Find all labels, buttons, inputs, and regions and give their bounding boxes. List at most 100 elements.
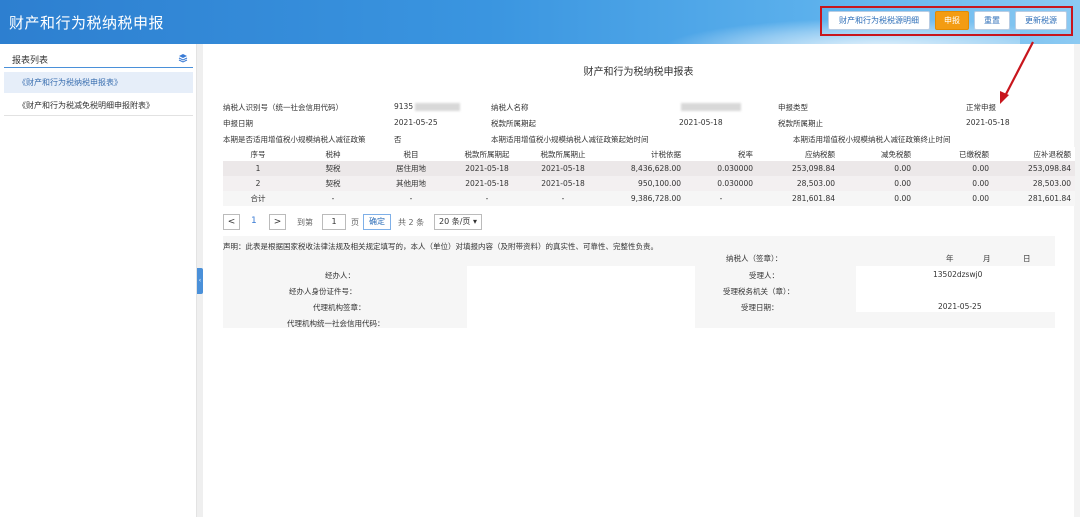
total-count: 共 2 条 bbox=[398, 218, 425, 227]
cell-total: - bbox=[293, 191, 373, 206]
col-header-seq: 序号 bbox=[223, 147, 293, 161]
cell-total: - bbox=[685, 191, 757, 206]
page-size-select[interactable]: 20 条/页 ▾ bbox=[434, 214, 482, 230]
vertical-scrollbar[interactable] bbox=[1074, 44, 1080, 517]
page-unit-label: 页 bbox=[351, 218, 359, 227]
cell-tax-item: 其他用地 bbox=[373, 176, 449, 191]
sidebar-item-exemption-schedule[interactable]: 《财产和行为税减免税明细申报附表》 bbox=[4, 95, 193, 116]
declare-date-value: 2021-05-25 bbox=[394, 118, 438, 127]
period-end-label: 税款所属期止 bbox=[778, 119, 823, 128]
form-title: 财产和行为税纳税申报表 bbox=[583, 67, 694, 78]
cell-tax-exempt: 0.00 bbox=[839, 176, 915, 191]
receiver-label: 受理人： bbox=[749, 271, 779, 280]
cell-total-tax-payable: 281,601.84 bbox=[757, 191, 839, 206]
goto-label: 到第 bbox=[297, 218, 313, 227]
col-header-period-start: 税款所属期起 bbox=[449, 147, 525, 161]
col-header-tax-due: 应补退税额 bbox=[993, 147, 1075, 161]
table-row[interactable]: 1 契税 居住用地 2021-05-18 2021-05-18 8,436,62… bbox=[223, 161, 1075, 176]
page-number-input[interactable]: 1 bbox=[322, 214, 346, 230]
chevron-down-icon: ▾ bbox=[472, 217, 477, 226]
redacted-mask bbox=[681, 103, 741, 111]
handler-sign-area bbox=[467, 266, 695, 328]
day-label: 日 bbox=[1023, 254, 1031, 263]
col-header-tax-rate: 税率 bbox=[685, 147, 757, 161]
cell-tax-basis: 8,436,628.00 bbox=[601, 161, 685, 176]
current-page-number[interactable]: 1 bbox=[251, 216, 257, 226]
receiver-value: 13502dzswj0 bbox=[933, 270, 983, 279]
cell-period-start: 2021-05-18 bbox=[449, 161, 525, 176]
next-page-button[interactable]: > bbox=[269, 214, 286, 230]
sidebar-title: 报表列表 bbox=[12, 56, 49, 66]
col-header-tax-payable: 应纳税额 bbox=[757, 147, 839, 161]
cell-total-tax-exempt: 0.00 bbox=[839, 191, 915, 206]
taxpayer-name-label: 纳税人名称 bbox=[491, 103, 529, 112]
small-scale-policy-value: 否 bbox=[394, 135, 402, 144]
cell-period-start: 2021-05-18 bbox=[449, 176, 525, 191]
redacted-mask bbox=[415, 103, 461, 111]
declare-type-value: 正常申报 bbox=[966, 103, 996, 112]
cell-tax-rate: 0.030000 bbox=[685, 176, 757, 191]
tax-table: 序号 税种 税目 税款所属期起 税款所属期止 计税依据 税率 应纳税额 减免税额… bbox=[223, 147, 1075, 206]
app-title: 财产和行为税纳税申报 bbox=[9, 14, 165, 32]
cell-tax-paid: 0.00 bbox=[915, 176, 993, 191]
tax-office-label: 受理税务机关（章）： bbox=[723, 287, 795, 296]
report-sidebar: 报表列表 《财产和行为税纳税申报表》 《财产和行为税减免税明细申报附表》 bbox=[0, 44, 197, 517]
month-label: 月 bbox=[983, 254, 991, 263]
cell-tax-type: 契税 bbox=[293, 161, 373, 176]
period-start-value: 2021-05-18 bbox=[679, 118, 723, 127]
cell-tax-payable: 28,503.00 bbox=[757, 176, 839, 191]
sidebar-header: 报表列表 bbox=[4, 50, 193, 68]
period-start-label: 税款所属期起 bbox=[491, 119, 536, 128]
year-label: 年 bbox=[946, 254, 954, 263]
cell-period-end: 2021-05-18 bbox=[525, 176, 601, 191]
receive-date-label: 受理日期： bbox=[741, 303, 779, 312]
declare-type-label: 申报类型 bbox=[778, 103, 808, 112]
cell-total: - bbox=[449, 191, 525, 206]
receive-date-value: 2021-05-25 bbox=[938, 302, 982, 311]
col-header-tax-exempt: 减免税额 bbox=[839, 147, 915, 161]
cell-seq: 2 bbox=[223, 176, 293, 191]
cell-tax-rate: 0.030000 bbox=[685, 161, 757, 176]
cell-tax-paid: 0.00 bbox=[915, 161, 993, 176]
cell-tax-exempt: 0.00 bbox=[839, 161, 915, 176]
policy-start-label: 本期适用增值税小规模纳税人减征政策起始时间 bbox=[491, 135, 649, 144]
col-header-tax-paid: 已缴税额 bbox=[915, 147, 993, 161]
cell-total-tax-paid: 0.00 bbox=[915, 191, 993, 206]
taxpayer-id-value: 9135 bbox=[394, 102, 461, 111]
cell-total: - bbox=[525, 191, 601, 206]
cell-tax-due: 28,503.00 bbox=[993, 176, 1075, 191]
cell-tax-basis: 950,100.00 bbox=[601, 176, 685, 191]
reset-button[interactable]: 重置 bbox=[974, 11, 1010, 30]
declaration-statement: 声明：此表是根据国家税收法律法规及相关规定填写的，本人（单位）对填报内容（及附带… bbox=[223, 242, 658, 251]
col-header-period-end: 税款所属期止 bbox=[525, 147, 601, 161]
table-row[interactable]: 2 契税 其他用地 2021-05-18 2021-05-18 950,100.… bbox=[223, 176, 1075, 191]
cell-total-tax-basis: 9,386,728.00 bbox=[601, 191, 685, 206]
agency-sign-label: 代理机构签章： bbox=[313, 303, 366, 312]
small-scale-policy-label: 本期是否适用增值税小规模纳税人减征政策 bbox=[223, 135, 366, 144]
prev-page-button[interactable]: < bbox=[223, 214, 240, 230]
table-header-row: 序号 税种 税目 税款所属期起 税款所属期止 计税依据 税率 应纳税额 减免税额… bbox=[223, 147, 1075, 161]
update-tax-source-button[interactable]: 更新税源 bbox=[1015, 11, 1067, 30]
tax-source-detail-button[interactable]: 财产和行为税税源明细 bbox=[828, 11, 930, 30]
declare-button[interactable]: 申报 bbox=[935, 11, 969, 30]
taxpayer-name-value bbox=[679, 102, 741, 111]
col-header-tax-basis: 计税依据 bbox=[601, 147, 685, 161]
cell-tax-type: 契税 bbox=[293, 176, 373, 191]
taxpayer-id-label: 纳税人识别号（统一社会信用代码） bbox=[223, 103, 343, 112]
layers-icon[interactable] bbox=[178, 53, 188, 63]
cell-tax-payable: 253,098.84 bbox=[757, 161, 839, 176]
policy-end-label: 本期适用增值税小规模纳税人减征政策终止时间 bbox=[793, 135, 951, 144]
taxpayer-sign-label: 纳税人（签章）： bbox=[726, 254, 783, 263]
col-header-tax-type: 税种 bbox=[293, 147, 373, 161]
main-content: 财产和行为税纳税申报表 纳税人识别号（统一社会信用代码） 9135 纳税人名称 … bbox=[203, 44, 1075, 517]
declare-date-label: 申报日期 bbox=[223, 119, 253, 128]
goto-confirm-button[interactable]: 确定 bbox=[363, 214, 391, 230]
sidebar-item-tax-return[interactable]: 《财产和行为税纳税申报表》 bbox=[4, 72, 193, 93]
cell-seq: 1 bbox=[223, 161, 293, 176]
cell-total-tax-due: 281,601.84 bbox=[993, 191, 1075, 206]
handler-label: 经办人： bbox=[325, 271, 355, 280]
agency-code-label: 代理机构统一社会信用代码： bbox=[287, 319, 385, 328]
cell-total: - bbox=[373, 191, 449, 206]
handler-id-label: 经办人身份证件号： bbox=[289, 287, 357, 296]
period-end-value: 2021-05-18 bbox=[966, 118, 1010, 127]
